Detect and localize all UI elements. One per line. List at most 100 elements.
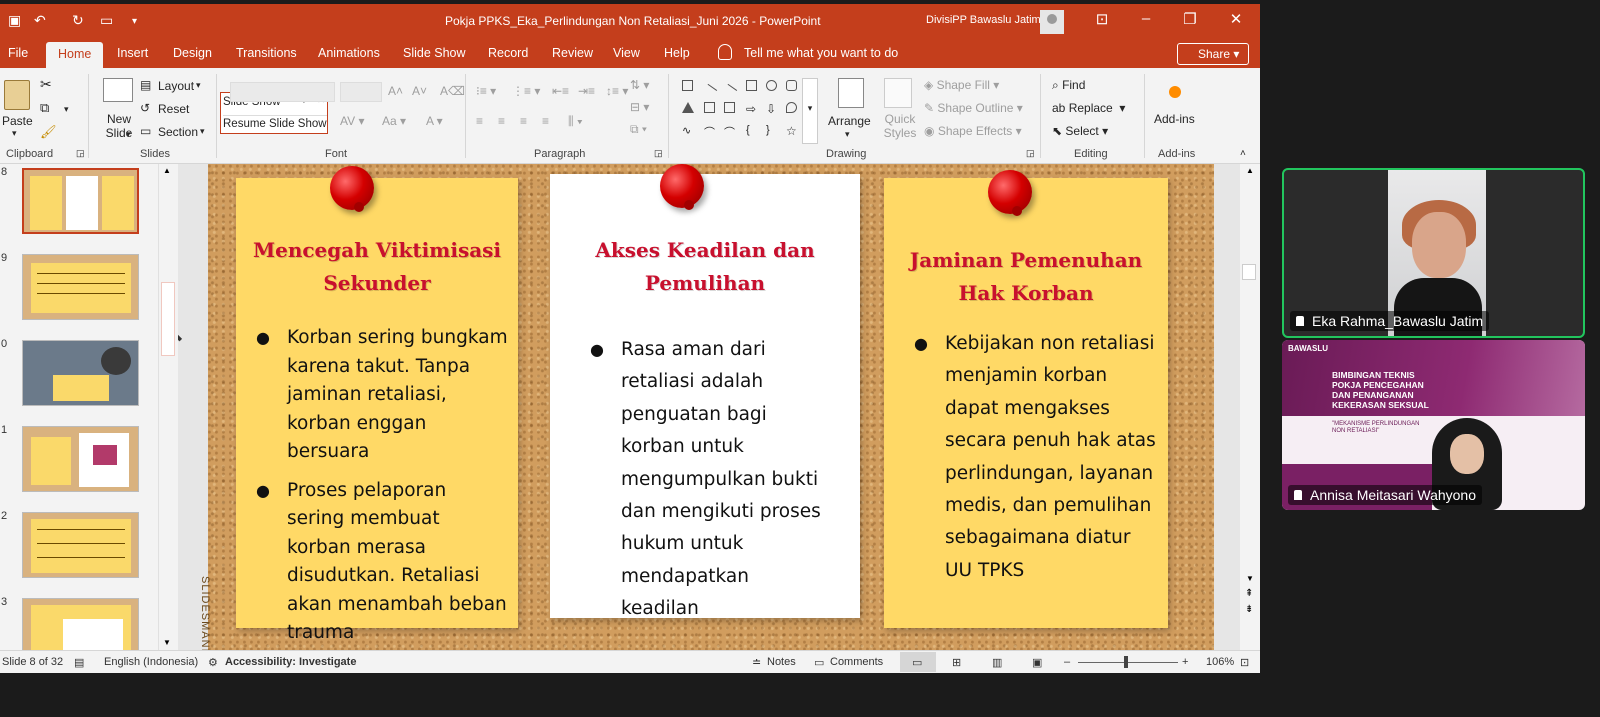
tab-transitions[interactable]: Transitions: [236, 46, 297, 60]
align-right-icon[interactable]: ≡: [520, 114, 527, 128]
tab-home[interactable]: Home: [46, 42, 104, 68]
thumbnail-scrollbar[interactable]: ▲ ▼: [158, 164, 176, 650]
minimize-icon[interactable]: –: [1136, 10, 1156, 27]
slide-thumbnail-11[interactable]: [22, 426, 139, 492]
align-center-icon[interactable]: ≡: [498, 114, 505, 128]
shape-down-arrow-icon[interactable]: ⇩: [766, 102, 777, 116]
section-dropdown-icon[interactable]: ▾: [200, 126, 205, 137]
font-name-box[interactable]: [230, 82, 335, 102]
share-button[interactable]: Share ▾: [1177, 43, 1249, 65]
zoom-level[interactable]: 106%: [1206, 656, 1234, 668]
justify-icon[interactable]: ≡: [542, 114, 549, 128]
scroll-down-icon[interactable]: ▼: [163, 638, 171, 647]
shape-star-icon[interactable]: ☆: [786, 124, 797, 138]
shape-elbow-arrow-icon[interactable]: [724, 102, 735, 113]
shape-arrow-icon[interactable]: [721, 83, 738, 100]
reset-button[interactable]: Reset: [158, 102, 189, 116]
layout-dropdown-icon[interactable]: ▾: [196, 80, 201, 91]
spelling-icon[interactable]: ▤: [74, 656, 84, 669]
font-size-box[interactable]: [340, 82, 382, 102]
new-slide-dropdown-icon[interactable]: ▾: [126, 129, 131, 140]
shape-oval-icon[interactable]: [766, 80, 777, 91]
shape-textbox-icon[interactable]: [682, 80, 693, 91]
shape-callout-icon[interactable]: [786, 102, 797, 113]
video-tile-speaker[interactable]: Eka Rahma_Bawaslu Jatim: [1282, 168, 1585, 338]
slide-thumbnail-13[interactable]: [22, 598, 139, 650]
quick-styles-button[interactable]: Quick Styles: [880, 112, 920, 140]
paste-dropdown-icon[interactable]: ▾: [12, 128, 17, 139]
copy-dropdown-icon[interactable]: ▾: [64, 104, 69, 115]
clipboard-launcher-icon[interactable]: ◲: [76, 148, 85, 159]
smartart-icon[interactable]: ⧉ ▾: [630, 122, 647, 137]
fit-slide-icon[interactable]: ⊡: [1240, 656, 1249, 669]
tell-me-search[interactable]: Tell me what you want to do: [744, 46, 898, 60]
reading-view-icon[interactable]: ▥: [992, 656, 1002, 669]
addins-icon[interactable]: [1169, 86, 1181, 98]
language-indicator[interactable]: English (Indonesia): [104, 656, 198, 668]
shape-arc-icon[interactable]: ⌒: [724, 124, 735, 139]
bullets-icon[interactable]: ⁝≡ ▾: [476, 84, 496, 98]
paragraph-launcher-icon[interactable]: ◲: [654, 148, 663, 159]
tab-design[interactable]: Design: [173, 46, 212, 60]
char-spacing-icon[interactable]: AV ▾: [340, 114, 364, 128]
account-name[interactable]: DivisiPP Bawaslu Jatim: [926, 14, 1041, 26]
shape-brace-left-icon[interactable]: {: [746, 124, 757, 136]
undo-icon[interactable]: ↶: [34, 12, 46, 29]
zoom-out-icon[interactable]: –: [1064, 656, 1070, 668]
slide-sorter-icon[interactable]: ⊞: [952, 656, 961, 669]
shape-rounded-rect-icon[interactable]: [786, 80, 797, 91]
save-icon[interactable]: ▣: [8, 12, 21, 29]
scroll-down-icon[interactable]: ▼: [1246, 574, 1254, 583]
columns-icon[interactable]: ⫼ ▾: [568, 114, 583, 129]
paste-icon[interactable]: [4, 80, 30, 110]
scrollbar-thumb[interactable]: [161, 282, 175, 356]
ribbon-display-icon[interactable]: ⊡: [1092, 10, 1112, 28]
present-icon[interactable]: ▭: [100, 12, 113, 29]
shape-elbow-icon[interactable]: [704, 102, 715, 113]
card-left[interactable]: Mencegah Viktimisasi Sekunder Korban ser…: [236, 178, 518, 643]
maximize-icon[interactable]: ❐: [1180, 10, 1200, 28]
decrease-indent-icon[interactable]: ⇤≡: [552, 84, 569, 98]
shapes-more-icon[interactable]: ▾: [802, 78, 818, 144]
notes-button[interactable]: Notes: [767, 656, 796, 668]
redo-icon[interactable]: ↻: [72, 12, 84, 29]
avatar[interactable]: [1040, 10, 1064, 34]
shape-fill-label[interactable]: Shape Fill: [937, 78, 990, 92]
tab-insert[interactable]: Insert: [117, 46, 148, 60]
video-tile-participant[interactable]: BAWASLU BIMBINGAN TEKNIS POKJA PENCEGAHA…: [1282, 340, 1585, 510]
shape-outline-label[interactable]: Shape Outline: [937, 101, 1013, 115]
slide-canvas[interactable]: Mencegah Viktimisasi Sekunder Korban ser…: [199, 164, 1214, 650]
shape-squiggle-icon[interactable]: ∿: [682, 124, 693, 137]
tab-help[interactable]: Help: [664, 46, 690, 60]
addins-button[interactable]: Add-ins: [1154, 112, 1195, 126]
tab-record[interactable]: Record: [488, 46, 528, 60]
increase-indent-icon[interactable]: ⇥≡: [578, 84, 595, 98]
shape-effects-label[interactable]: Shape Effects: [938, 124, 1013, 138]
format-painter-icon[interactable]: 🖌: [40, 124, 57, 140]
shrink-font-icon[interactable]: A˅: [412, 84, 427, 98]
drawing-launcher-icon[interactable]: ◲: [1026, 148, 1035, 159]
find-label[interactable]: Find: [1062, 78, 1085, 92]
zoom-slider[interactable]: [1078, 662, 1178, 663]
shape-curve-icon[interactable]: ⌒: [704, 124, 715, 139]
zoom-slider-thumb[interactable]: [1124, 656, 1128, 668]
change-case-icon[interactable]: Aa ▾: [382, 114, 406, 128]
text-direction-icon[interactable]: ⇅ ▾: [630, 78, 649, 92]
slide-thumbnail-12[interactable]: [22, 512, 139, 578]
card-right[interactable]: Jaminan Pemenuhan Hak Korban Kebijakan n…: [884, 178, 1168, 628]
comments-button[interactable]: Comments: [830, 656, 883, 668]
align-left-icon[interactable]: ≡: [476, 114, 483, 128]
tab-slide-show[interactable]: Slide Show: [403, 46, 466, 60]
replace-label[interactable]: Replace: [1069, 101, 1113, 115]
scrollbar-thumb[interactable]: [1242, 264, 1256, 280]
font-color-icon[interactable]: A ▾: [426, 114, 443, 128]
select-label[interactable]: Select: [1065, 124, 1098, 138]
shape-right-arrow-icon[interactable]: ⇨: [746, 102, 757, 116]
card-middle[interactable]: Akses Keadilan dan Pemulihan Rasa aman d…: [550, 174, 860, 619]
tab-review[interactable]: Review: [552, 46, 593, 60]
line-spacing-icon[interactable]: ↕≡ ▾: [606, 84, 628, 98]
shape-line-icon[interactable]: [701, 83, 718, 100]
slide-thumbnail-9[interactable]: [22, 254, 139, 320]
shape-brace-right-icon[interactable]: }: [766, 124, 777, 136]
grow-font-icon[interactable]: A˄: [388, 84, 403, 98]
